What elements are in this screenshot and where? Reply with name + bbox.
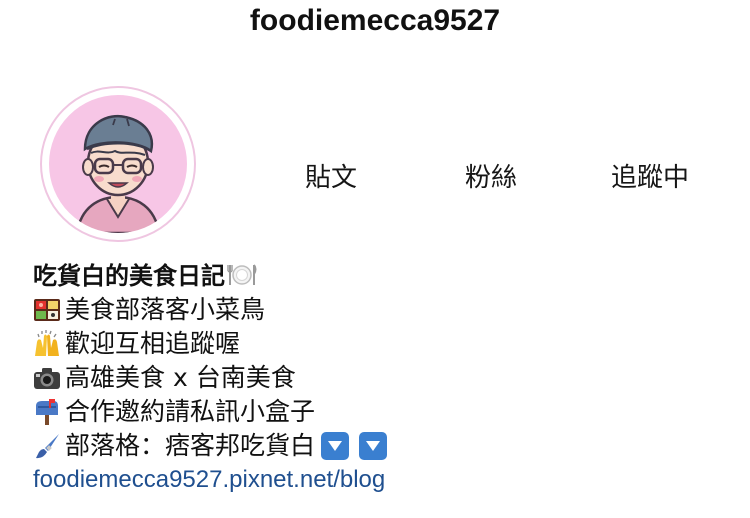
bio-line-text: 合作邀約請私訊小盒子 (65, 397, 316, 426)
down-arrow-button-icon (359, 432, 388, 460)
bio-line-text: 歡迎互相追蹤喔 (65, 329, 241, 358)
stat-followers[interactable]: 粉絲 (465, 161, 517, 195)
profile-username: foodiemecca9527 (249, 4, 501, 37)
stat-posts[interactable]: 貼文 (305, 161, 357, 195)
bio-line-text: 部落格：痞客邦吃貨白 (65, 431, 316, 460)
plate-cutlery-icon (227, 262, 257, 286)
bio-line: 合作邀約請私訊小盒子 (33, 395, 723, 429)
bento-box-icon (33, 296, 61, 324)
bio-display-name: 吃貨白的美食日記 (33, 262, 225, 290)
camera-icon (33, 364, 61, 392)
bio-line: 部落格：痞客邦吃貨白 (33, 429, 723, 463)
bio-line-text: 美食部落客小菜鳥 (65, 295, 266, 324)
down-arrow-button-icon (321, 432, 350, 460)
stat-following[interactable]: 追蹤中 (611, 161, 689, 195)
bio-line: 高雄美食 x 台南美食 (33, 361, 723, 395)
bio-website-link[interactable]: foodiemecca9527.pixnet.net/blog (33, 465, 723, 495)
mailbox-icon (33, 398, 61, 426)
paintbrush-icon (33, 432, 61, 460)
bio-name-row: 吃貨白的美食日記 (33, 259, 723, 293)
bio-line: 美食部落客小菜鳥 (33, 293, 723, 327)
bio-line-text: 高雄美食 x 台南美食 (65, 363, 296, 392)
profile-stats: 貼文 粉絲 追蹤中 (0, 161, 750, 201)
bio-line: 歡迎互相追蹤喔 (33, 327, 723, 361)
profile-bio: 吃貨白的美食日記 美食部落客小菜鳥 歡迎互相追蹤喔 高雄美食 x 台南美食 合作… (33, 259, 723, 495)
raising-hands-icon (33, 330, 61, 358)
